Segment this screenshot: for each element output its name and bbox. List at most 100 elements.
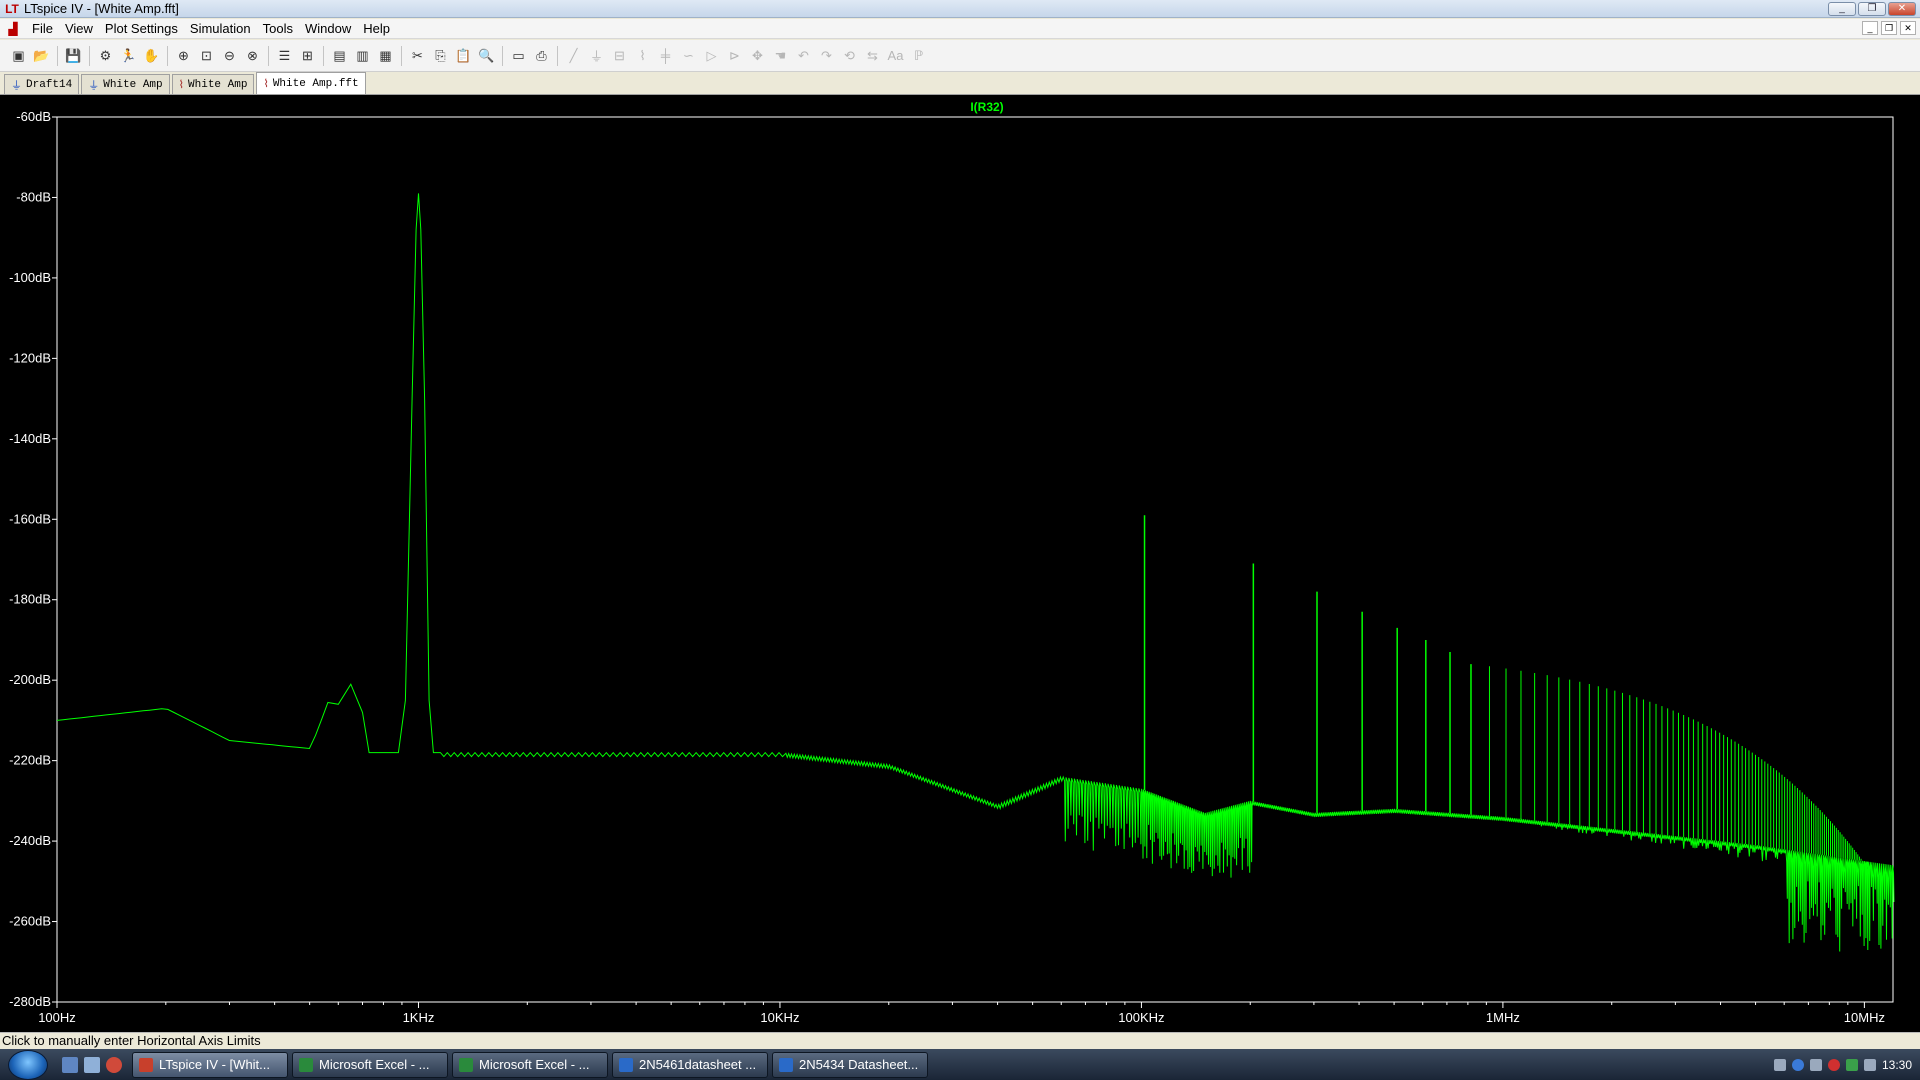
y-tick-label: -240dB — [9, 833, 51, 848]
waveform-doc-icon[interactable]: ▟ — [4, 21, 22, 37]
waveform-icon: ⌇ — [263, 78, 269, 91]
app-icon — [139, 1057, 153, 1072]
zoom-out-icon[interactable]: ⊖ — [219, 45, 240, 67]
taskbar-task[interactable]: Microsoft Excel - ... — [452, 1051, 608, 1078]
taskbar-task[interactable]: Microsoft Excel - ... — [292, 1051, 448, 1078]
taskbar: LTspice IV - [Whit... Microsoft Excel - .… — [0, 1049, 1920, 1080]
taskbar-tasks: LTspice IV - [Whit... Microsoft Excel - .… — [132, 1051, 932, 1078]
rotate-icon[interactable]: ⟲ — [839, 45, 860, 67]
text-icon[interactable]: Aa — [885, 45, 906, 67]
show-desktop-icon[interactable] — [62, 1056, 78, 1073]
open-icon[interactable]: 📂 — [31, 45, 52, 67]
system-tray: 13:30 — [1680, 1049, 1920, 1080]
mdi-restore-button[interactable]: ❐ — [1881, 21, 1897, 35]
toolbar-separator — [268, 45, 269, 66]
app-icon — [779, 1057, 793, 1072]
close-button[interactable]: ✕ — [1888, 1, 1916, 16]
task-label: Microsoft Excel - ... — [479, 1057, 590, 1072]
mdi-minimize-button[interactable]: _ — [1862, 21, 1878, 35]
taskbar-task[interactable]: 2N5461datasheet ... — [612, 1051, 768, 1078]
fft-plot[interactable]: I(R32) -60dB -80dB -100dB -120dB -140dB -160dB… — [0, 95, 1920, 1032]
delete-pane-icon[interactable]: ▥ — [352, 45, 373, 67]
app-icon — [299, 1057, 313, 1072]
component-icon[interactable]: ⊳ — [724, 45, 745, 67]
cut-icon[interactable]: ✂ — [407, 45, 428, 67]
tile-icon[interactable]: ▦ — [375, 45, 396, 67]
tab-white-amp-waveform[interactable]: ⌇ White Amp — [171, 74, 255, 94]
resistor-icon[interactable]: ⌇ — [632, 45, 653, 67]
ltspice-app: LT LTspice IV - [White Amp.fft] _ ❐ ✕ ▟ … — [0, 0, 1920, 1080]
mdi-close-button[interactable]: ✕ — [1900, 21, 1916, 35]
paste-icon[interactable]: 📋 — [453, 45, 474, 67]
spice-directive-icon[interactable]: ℙ — [908, 45, 929, 67]
mark-icon[interactable]: ⊞ — [297, 45, 318, 67]
minimize-button[interactable]: _ — [1828, 1, 1856, 16]
menu-window[interactable]: Window — [299, 21, 357, 36]
find-icon[interactable]: 🔍 — [476, 45, 497, 67]
save-icon[interactable]: 💾 — [63, 45, 84, 67]
print-icon[interactable]: ⎙ — [531, 45, 552, 67]
menu-tools[interactable]: Tools — [257, 21, 299, 36]
drag-icon[interactable]: ☚ — [770, 45, 791, 67]
security-icon[interactable] — [1827, 1058, 1840, 1071]
y-tick-label: -100dB — [9, 270, 51, 285]
clock[interactable]: 13:30 — [1882, 1058, 1912, 1072]
plot-pane[interactable]: I(R32) -60dB -80dB -100dB -120dB -140dB -160dB… — [0, 95, 1920, 1032]
menu-file[interactable]: File — [26, 21, 59, 36]
wire-icon[interactable]: ╱ — [563, 45, 584, 67]
capacitor-icon[interactable]: ╪ — [655, 45, 676, 67]
mirror-icon[interactable]: ⇆ — [862, 45, 883, 67]
toolbar: ▣ 📂 💾 ⚙ 🏃 ✋ ⊕ ⊡ ⊖ ⊗ ☰ ⊞ ▤ ▥ ▦ ✂ ⎘ 📋 🔍 ▭ ⎙ ╱ ⏚ ⊟ ⌇ ╪ ∽ ▷ ⊳ ✥ ☚ ↶ ↷ ⟲ ⇆ Aa ℙ — [0, 40, 1920, 72]
y-tick-label: -160dB — [9, 511, 51, 526]
tab-label: White Amp — [103, 78, 163, 91]
menu-view[interactable]: View — [59, 21, 99, 36]
new-schematic-icon[interactable]: ▣ — [8, 45, 29, 67]
halt-icon[interactable]: ✋ — [141, 45, 162, 67]
inductor-icon[interactable]: ∽ — [678, 45, 699, 67]
network-icon[interactable] — [1809, 1058, 1822, 1071]
start-button[interactable] — [8, 1049, 48, 1080]
print-preview-icon[interactable]: ▭ — [508, 45, 529, 67]
browser-icon[interactable] — [106, 1056, 122, 1073]
tab-draft14[interactable]: ⏚ Draft14 — [4, 74, 80, 94]
toolbar-separator — [323, 45, 324, 66]
y-tick-label: -280dB — [9, 994, 51, 1009]
trace-i-r32 — [56, 193, 1895, 952]
copy-icon[interactable]: ⎘ — [430, 45, 451, 67]
trace-label: I(R32) — [970, 100, 1003, 114]
keyboard-icon[interactable] — [1773, 1058, 1786, 1071]
undo-icon[interactable]: ↶ — [793, 45, 814, 67]
toolbar-separator — [557, 45, 558, 66]
autorange-icon[interactable]: ☰ — [274, 45, 295, 67]
taskbar-task[interactable]: 2N5434 Datasheet... — [772, 1051, 928, 1078]
zoom-area-icon[interactable]: ⊡ — [196, 45, 217, 67]
app-icon — [619, 1057, 633, 1072]
restore-button[interactable]: ❐ — [1858, 1, 1886, 16]
toolbar-separator — [401, 45, 402, 66]
ground-icon[interactable]: ⏚ — [586, 45, 607, 67]
help-icon[interactable] — [1791, 1058, 1804, 1071]
tab-white-amp-fft[interactable]: ⌇ White Amp.fft — [256, 72, 366, 94]
zoom-in-icon[interactable]: ⊕ — [173, 45, 194, 67]
control-panel-icon[interactable]: ⚙ — [95, 45, 116, 67]
move-icon[interactable]: ✥ — [747, 45, 768, 67]
label-icon[interactable]: ⊟ — [609, 45, 630, 67]
redo-icon[interactable]: ↷ — [816, 45, 837, 67]
taskbar-task[interactable]: LTspice IV - [Whit... — [132, 1051, 288, 1078]
switch-windows-icon[interactable] — [84, 1056, 100, 1073]
tab-white-amp-schematic[interactable]: ⏚ White Amp — [81, 74, 170, 94]
schematic-icon: ⏚ — [88, 80, 100, 93]
quick-launch — [62, 1056, 122, 1073]
menu-help[interactable]: Help — [357, 21, 396, 36]
update-icon[interactable] — [1845, 1058, 1858, 1071]
menu-plot-settings[interactable]: Plot Settings — [99, 21, 184, 36]
add-plot-pane-icon[interactable]: ▤ — [329, 45, 350, 67]
window-title: LTspice IV - [White Amp.fft] — [24, 1, 179, 16]
zoom-fit-icon[interactable]: ⊗ — [242, 45, 263, 67]
diode-icon[interactable]: ▷ — [701, 45, 722, 67]
x-tick-label: 10MHz — [1844, 1010, 1885, 1025]
run-icon[interactable]: 🏃 — [118, 45, 139, 67]
volume-icon[interactable] — [1863, 1058, 1876, 1071]
menu-simulation[interactable]: Simulation — [184, 21, 257, 36]
y-tick-label: -220dB — [9, 753, 51, 768]
